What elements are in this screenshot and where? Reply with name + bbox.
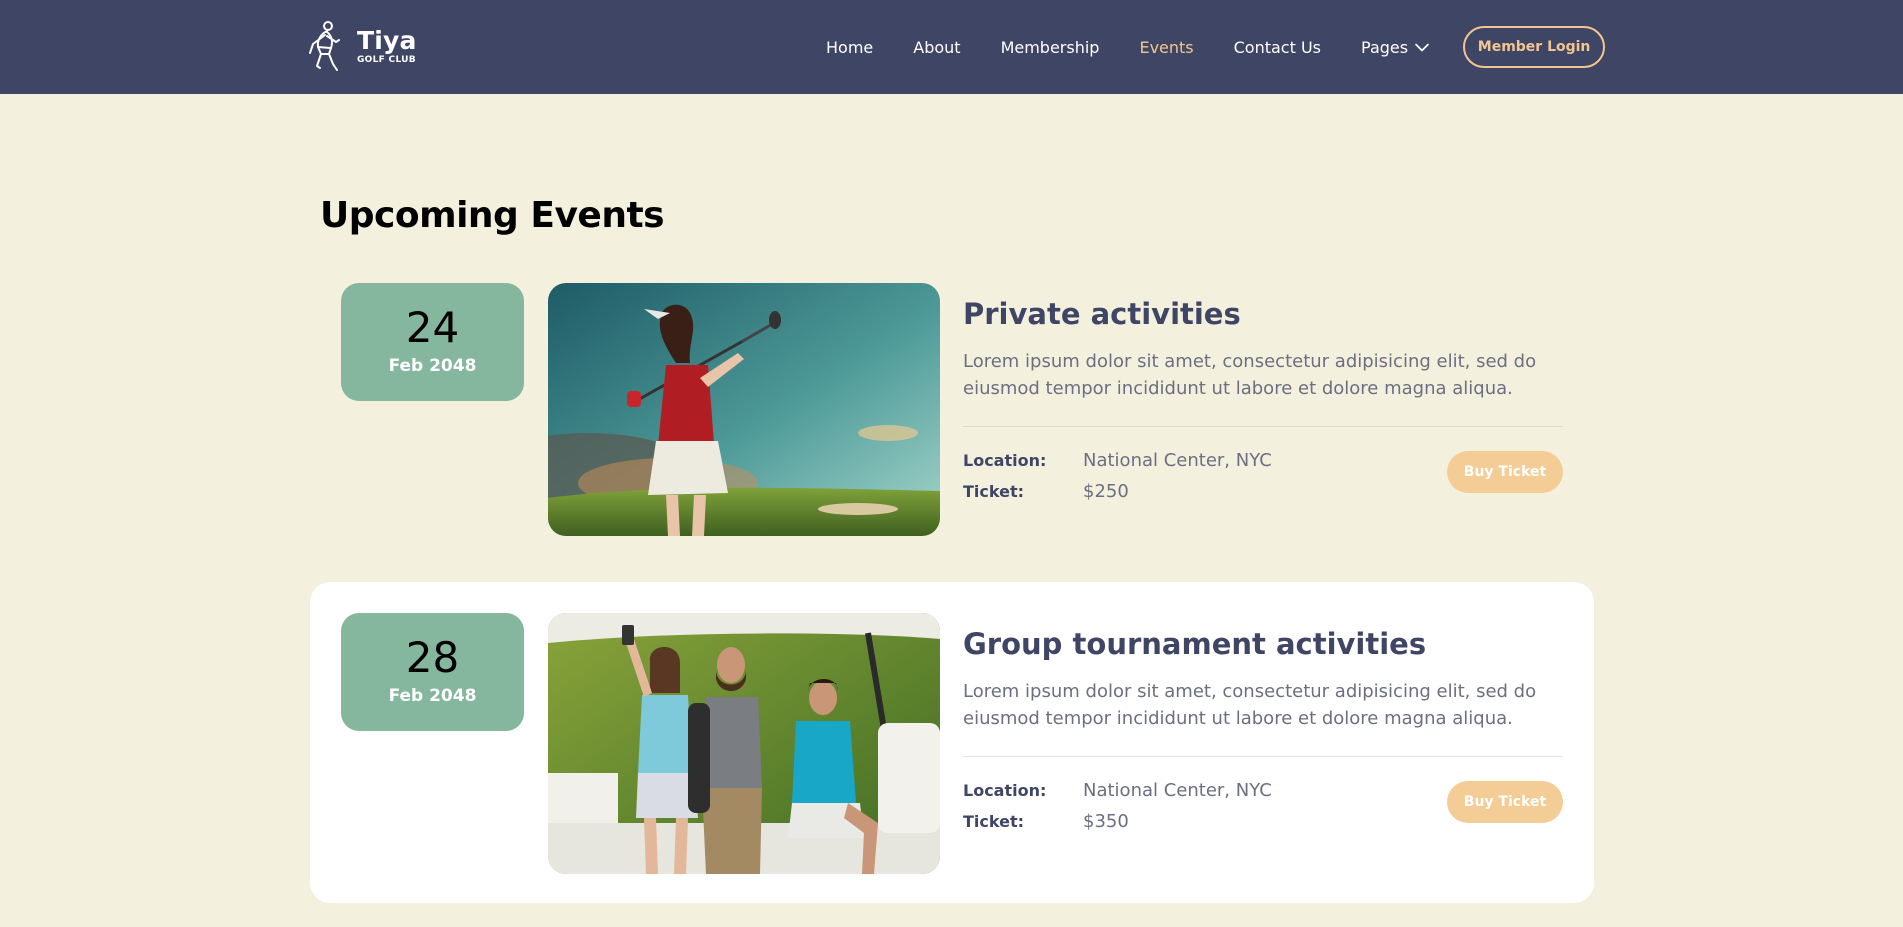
ticket-label: Ticket:	[963, 482, 1024, 501]
location-value: National Center, NYC	[1083, 780, 1272, 801]
golfers-selfie-golf-cart-photo	[548, 613, 940, 874]
member-login-button[interactable]: Member Login	[1463, 26, 1606, 68]
nav-about[interactable]: About	[913, 38, 960, 57]
chevron-down-icon	[1415, 43, 1429, 51]
nav-contact-us[interactable]: Contact Us	[1234, 38, 1321, 57]
nav-pages-dropdown[interactable]: Pages	[1361, 38, 1429, 57]
ticket-label: Ticket:	[963, 812, 1024, 831]
date-badge: 28 Feb 2048	[341, 613, 524, 731]
event-meta: Location: National Center, NYC Ticket: $…	[963, 775, 1563, 837]
buy-ticket-button[interactable]: Buy Ticket	[1447, 451, 1563, 493]
woman-golfer-swing-photo	[548, 283, 940, 536]
golfer-swing-icon	[309, 21, 340, 71]
nav-membership[interactable]: Membership	[1001, 38, 1100, 57]
event-card: 28 Feb 2048 Group tournament activities …	[310, 582, 1594, 903]
event-meta: Location: National Center, NYC Ticket: $…	[963, 445, 1563, 507]
location-label: Location:	[963, 451, 1047, 470]
event-description: Lorem ipsum dolor sit amet, consectetur …	[963, 681, 1537, 729]
site-header: Tiya GOLF CLUB Home About Membership Eve…	[0, 0, 1903, 94]
event-description: Lorem ipsum dolor sit amet, consectetur …	[963, 351, 1537, 399]
event-info: Private activities Lorem ipsum dolor sit…	[963, 283, 1563, 507]
event-day: 28	[405, 633, 460, 682]
brand-name: Tiya	[357, 26, 417, 55]
event-month: Feb 2048	[388, 686, 477, 706]
divider	[963, 756, 1563, 757]
nav-home[interactable]: Home	[826, 38, 873, 57]
ticket-price: $250	[1083, 481, 1129, 502]
event-title: Group tournament activities	[963, 627, 1427, 661]
logo-link[interactable]: Tiya GOLF CLUB	[305, 20, 420, 74]
nav-events[interactable]: Events	[1139, 38, 1193, 57]
nav-pages-label: Pages	[1361, 37, 1409, 57]
logo-text: Tiya GOLF CLUB	[357, 28, 417, 66]
event-title: Private activities	[963, 297, 1241, 331]
buy-ticket-button[interactable]: Buy Ticket	[1447, 781, 1563, 823]
event-info: Group tournament activities Lorem ipsum …	[963, 613, 1563, 837]
main-nav: Home About Membership Events Contact Us …	[826, 26, 1606, 68]
location-value: National Center, NYC	[1083, 450, 1272, 471]
divider	[963, 426, 1563, 427]
ticket-price: $350	[1083, 811, 1129, 832]
brand-tagline: GOLF CLUB	[357, 55, 416, 65]
section-title: Upcoming Events	[320, 195, 665, 236]
location-label: Location:	[963, 781, 1047, 800]
event-month: Feb 2048	[388, 356, 477, 376]
date-badge: 24 Feb 2048	[341, 283, 524, 401]
event-day: 24	[405, 303, 460, 352]
event-card: 24 Feb 2048 Private activities Lorem ips…	[310, 252, 1594, 552]
